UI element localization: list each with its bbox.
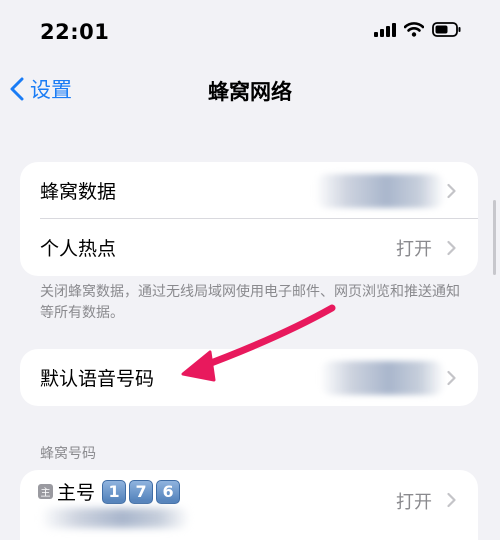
status-time: 22:01 — [40, 20, 110, 44]
scroll-indicator[interactable] — [493, 200, 496, 275]
chevron-right-icon — [447, 240, 456, 255]
cellular-numbers-card: 主 主号 1 7 6 打开 — [20, 470, 478, 540]
cellular-data-label: 蜂窝数据 — [40, 181, 117, 203]
primary-line-label-group: 主 主号 1 7 6 — [38, 478, 181, 505]
redacted-number — [40, 508, 190, 528]
cellular-data-row[interactable]: 蜂窝数据 — [20, 162, 478, 219]
digit-badge: 1 — [102, 479, 127, 504]
digit-badge: 6 — [156, 479, 181, 504]
status-icons — [374, 22, 462, 37]
default-voice-line-label: 默认语音号码 — [40, 368, 155, 390]
cellular-settings-card: 蜂窝数据 个人热点 打开 — [20, 162, 478, 276]
chevron-right-icon — [447, 370, 456, 385]
page-title: 蜂窝网络 — [208, 80, 292, 104]
cellular-signal-icon — [374, 22, 396, 37]
personal-hotspot-value: 打开 — [396, 238, 432, 260]
personal-hotspot-label: 个人热点 — [40, 238, 117, 260]
redacted-value — [315, 174, 445, 208]
battery-icon — [432, 22, 461, 37]
digit-badge: 7 — [129, 479, 154, 504]
primary-line-row[interactable]: 主 主号 1 7 6 打开 — [20, 470, 478, 532]
personal-hotspot-row[interactable]: 个人热点 打开 — [20, 219, 478, 276]
chevron-right-icon — [447, 183, 456, 198]
primary-line-label: 主号 — [57, 482, 96, 504]
annotation-arrow-icon — [181, 304, 336, 382]
chevron-right-icon — [447, 492, 456, 508]
sim-icon: 主 — [38, 484, 53, 499]
primary-line-value: 打开 — [396, 492, 432, 513]
section-header: 蜂窝号码 — [40, 446, 96, 462]
wifi-icon — [404, 22, 424, 37]
